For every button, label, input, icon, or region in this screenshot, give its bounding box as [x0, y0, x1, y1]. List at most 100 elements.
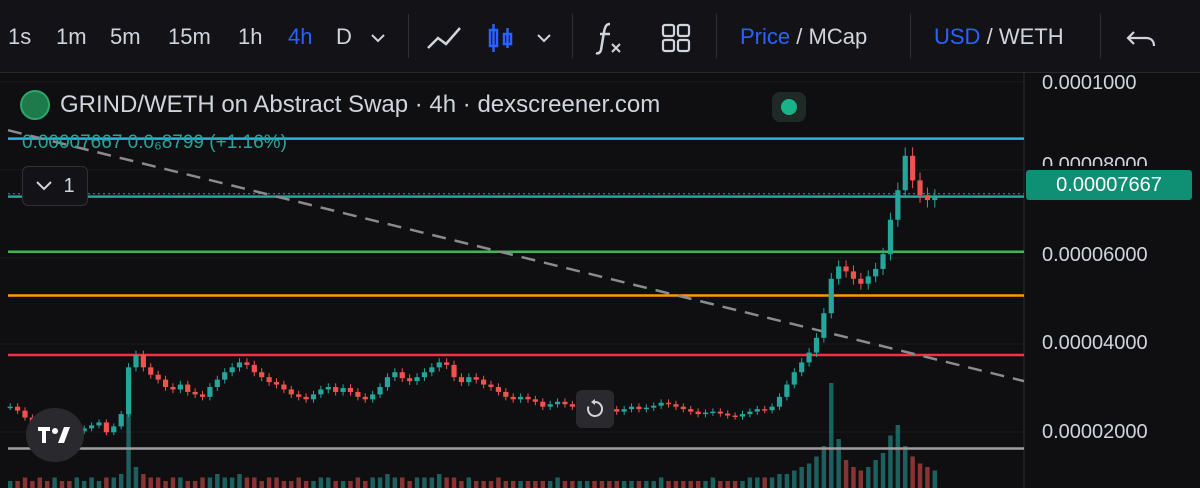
volume-bar — [326, 477, 331, 488]
interval-4h[interactable]: 4h — [288, 22, 312, 52]
currency-toggle[interactable]: USD / WETH — [934, 22, 1064, 52]
divider — [910, 14, 911, 58]
volume-bar — [584, 481, 590, 488]
volume-bar — [81, 481, 87, 488]
trendline — [7, 128, 1025, 383]
candle-body — [739, 414, 746, 417]
status-dot-icon[interactable] — [772, 92, 806, 122]
price-option[interactable]: Price — [740, 24, 790, 49]
candle-body — [525, 396, 531, 400]
interval-1m[interactable]: 1m — [56, 22, 87, 52]
volume-bar — [296, 477, 301, 488]
candle-body — [562, 401, 568, 405]
price-mcap-toggle[interactable]: Price / MCap — [740, 22, 867, 52]
candle-body — [473, 377, 479, 380]
weth-option[interactable]: WETH — [999, 24, 1064, 49]
divider — [1100, 14, 1101, 58]
indicator-count: 1 — [63, 174, 75, 197]
tradingview-logo-icon[interactable] — [26, 408, 84, 462]
candle-body — [22, 410, 28, 418]
reset-chart-button[interactable] — [576, 390, 614, 428]
volume-bar — [777, 474, 782, 488]
candle-body — [177, 384, 183, 390]
volume-bar — [59, 481, 65, 488]
interval-1s[interactable]: 1s — [8, 22, 31, 52]
volume-bar — [525, 481, 531, 488]
volume-bar — [814, 456, 819, 488]
chart-legend: GRIND/WETH on Abstract Swap · 4h · dexsc… — [20, 90, 660, 120]
candle-body — [458, 377, 465, 383]
candle-body — [281, 384, 287, 390]
volume-bar — [155, 477, 161, 488]
candle-body — [628, 406, 635, 410]
candle-body — [207, 387, 213, 397]
candle-body — [495, 387, 501, 392]
volume-bar — [658, 477, 664, 488]
candle-body — [776, 396, 783, 407]
interval-5m[interactable]: 5m — [110, 22, 141, 52]
volume-bar — [843, 460, 849, 488]
candle-body — [229, 367, 235, 373]
volume-bar — [30, 481, 35, 488]
candle-body — [503, 391, 509, 397]
volume-bar — [229, 477, 235, 488]
candle-body — [355, 391, 361, 397]
chevron-down-icon[interactable] — [366, 26, 390, 50]
price-tick: 0.0001000 — [1042, 72, 1137, 94]
interval-15m[interactable]: 15m — [168, 22, 211, 52]
volume-bar — [340, 481, 346, 488]
usd-option[interactable]: USD — [934, 24, 980, 49]
volume-bar — [178, 477, 183, 488]
layout-grid-icon[interactable] — [656, 18, 696, 58]
volume-bar — [910, 456, 915, 488]
line-chart-icon[interactable] — [424, 18, 464, 58]
candle-body — [680, 406, 686, 410]
candle-body — [148, 367, 154, 375]
candle-body — [259, 372, 265, 378]
price-tick: 0.00002000 — [1042, 421, 1148, 443]
mcap-option[interactable]: MCap — [809, 24, 868, 49]
candle-body — [303, 396, 309, 400]
candle-body — [140, 355, 146, 368]
undo-icon[interactable] — [1122, 18, 1162, 58]
interval-d[interactable]: D — [336, 22, 352, 52]
collapse-indicators-button[interactable]: 1 — [22, 166, 88, 206]
candle-body — [569, 404, 575, 407]
volume-bar — [932, 470, 938, 488]
candle-body — [887, 219, 894, 255]
candle-body — [88, 425, 95, 429]
candles-icon[interactable] — [482, 18, 522, 58]
volume-bar — [621, 481, 627, 488]
candle-body — [199, 394, 206, 397]
volume-bar — [407, 481, 412, 488]
legend-title: GRIND/WETH on Abstract Swap · 4h · dexsc… — [60, 91, 661, 118]
volume-bar — [888, 435, 893, 488]
volume-bar — [74, 477, 80, 488]
candle-body — [244, 362, 250, 365]
divider — [572, 14, 573, 58]
volume-bar — [185, 481, 190, 488]
volume-bar — [703, 481, 708, 488]
candle-body — [436, 362, 442, 368]
chevron-down-icon[interactable] — [532, 26, 556, 50]
volume-bar — [333, 481, 338, 488]
volume-bar — [474, 481, 479, 488]
volume-bar — [207, 477, 213, 488]
volume-bar — [355, 477, 361, 488]
candle-body — [325, 387, 331, 390]
volume-bar — [481, 481, 486, 488]
volume-bar — [133, 467, 139, 488]
volume-bar — [792, 470, 797, 488]
interval-1h[interactable]: 1h — [238, 22, 262, 52]
candle-body — [917, 180, 923, 196]
volume-bar — [192, 481, 198, 488]
candle-body — [236, 362, 243, 368]
candle-body — [273, 382, 280, 385]
price-tick: 0.00006000 — [1042, 244, 1148, 266]
indicators-fx-icon[interactable] — [590, 18, 630, 58]
candle-body — [214, 379, 220, 388]
volume-bar — [303, 481, 309, 488]
volume-bar — [540, 481, 546, 488]
volume-bar — [496, 477, 501, 488]
candle-body — [813, 337, 820, 353]
